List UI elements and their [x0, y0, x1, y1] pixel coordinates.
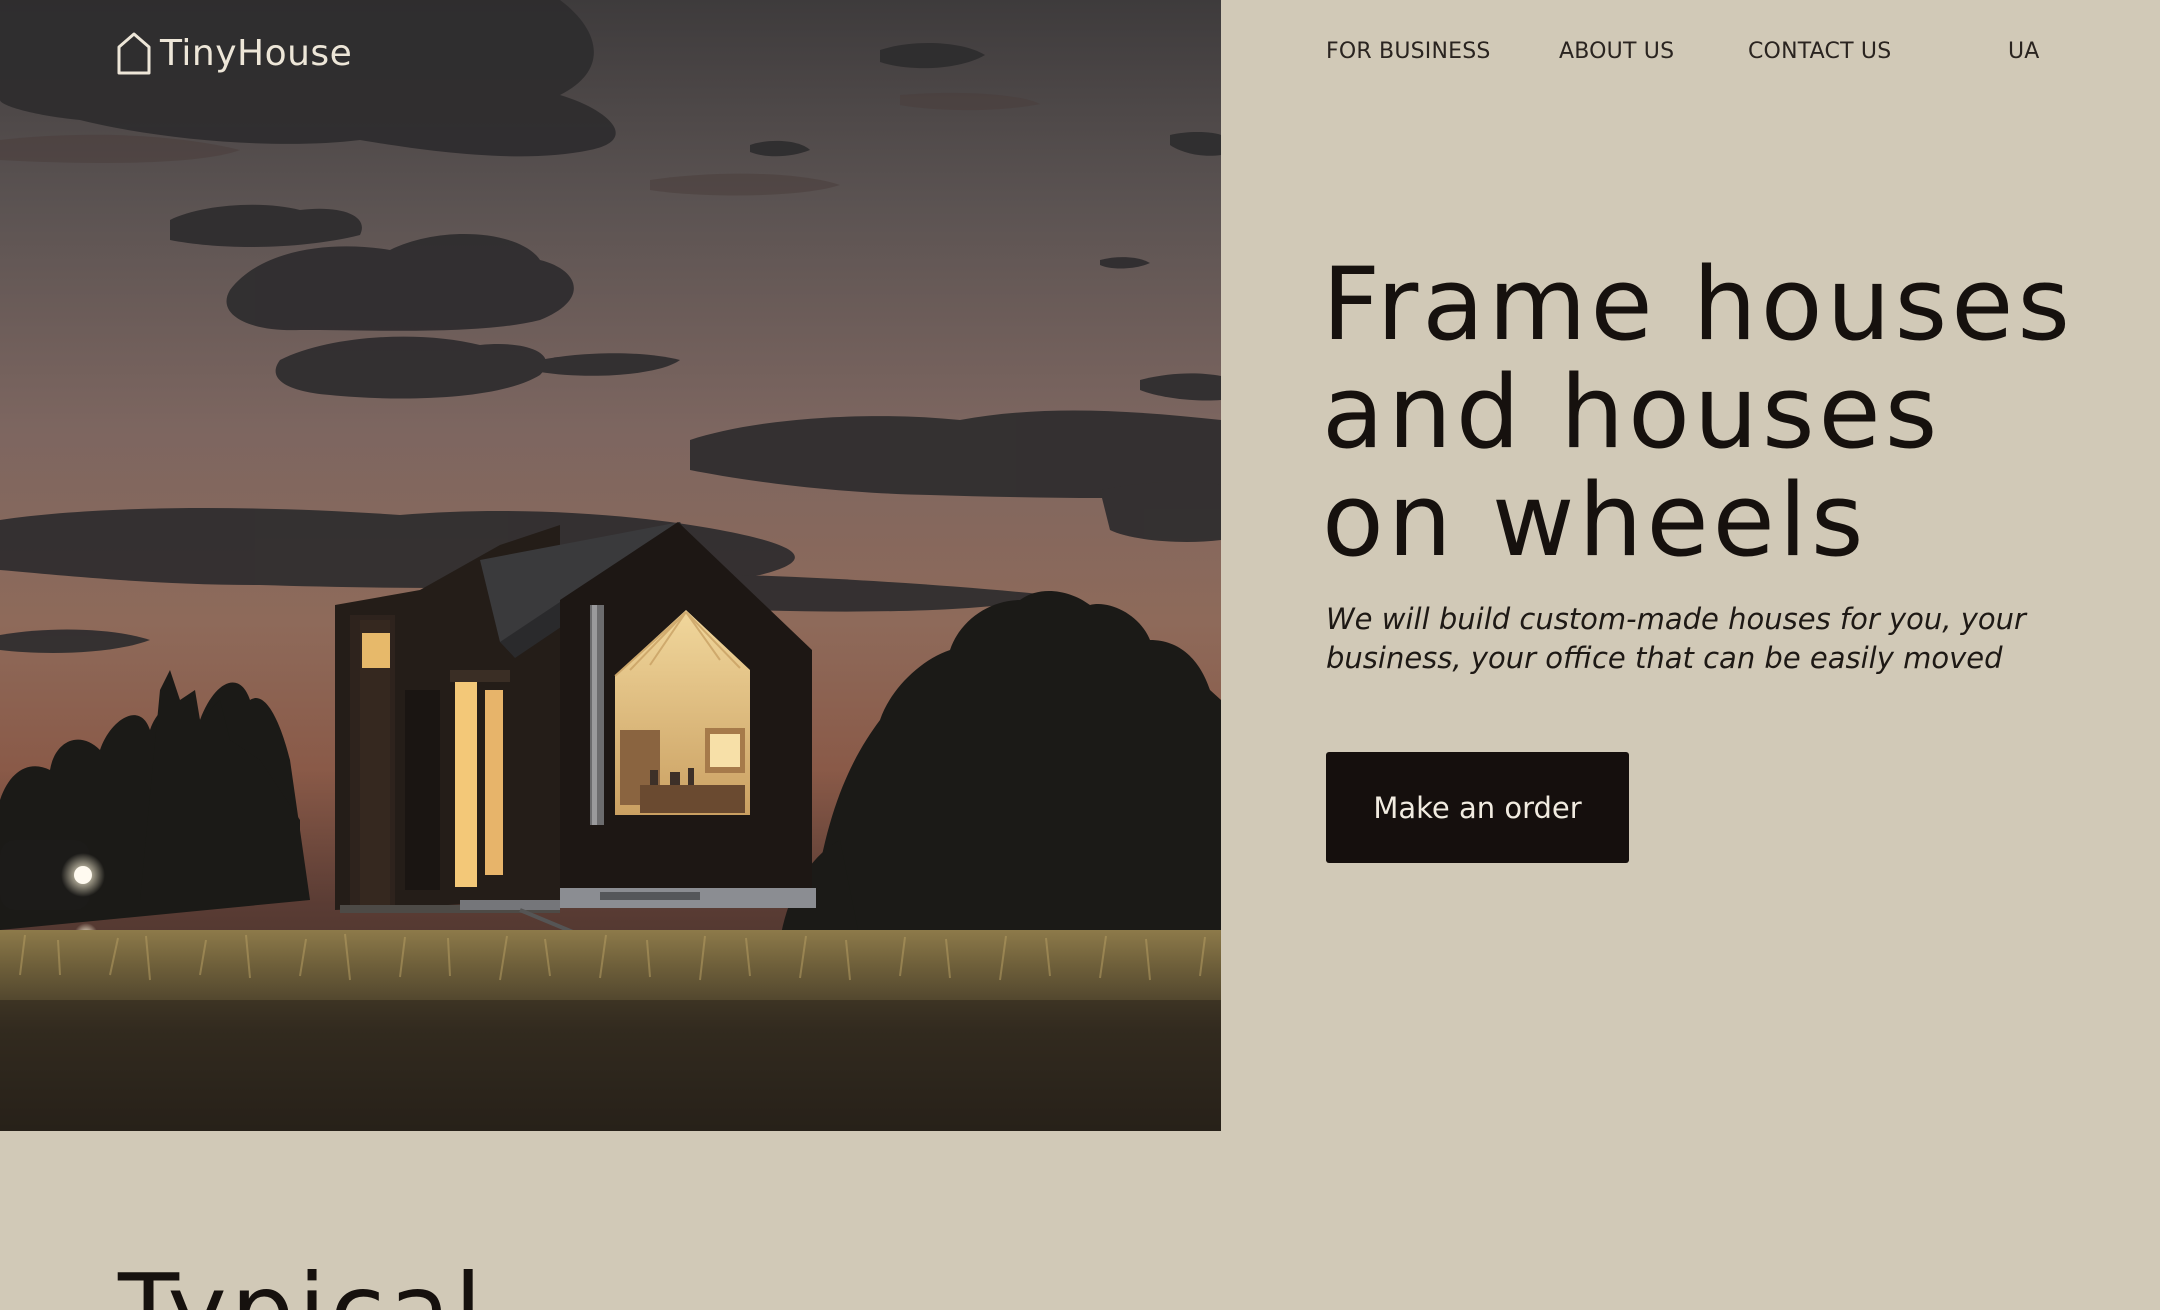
make-order-button[interactable]: Make an order: [1326, 752, 1629, 863]
brand-logo[interactable]: TinyHouse: [116, 30, 352, 76]
tiny-house-at-dusk-illustration: [0, 0, 1221, 1131]
headline-line: Frame houses: [1322, 245, 2074, 363]
headline-line: on wheels: [1322, 461, 1868, 579]
hero-headline: Frame houses and houses on wheels: [1322, 250, 2122, 574]
headline-line: and houses: [1322, 353, 1942, 471]
brand-name: TinyHouse: [160, 32, 353, 74]
house-outline-icon: [117, 32, 151, 75]
hero-photo: [0, 0, 1221, 1131]
nav-contact-us[interactable]: CONTACT US: [1748, 34, 1891, 70]
nav-for-business[interactable]: FOR BUSINESS: [1326, 34, 1491, 70]
section-heading: Typical: [118, 1261, 486, 1310]
main-nav: FOR BUSINESS ABOUT US CONTACT US UA: [1326, 34, 2040, 70]
hero-subtitle: We will build custom-made houses for you…: [1326, 602, 2026, 675]
language-switch[interactable]: UA: [2008, 34, 2040, 70]
nav-about-us[interactable]: ABOUT US: [1559, 34, 1674, 70]
next-section: Typical: [0, 1131, 2160, 1310]
